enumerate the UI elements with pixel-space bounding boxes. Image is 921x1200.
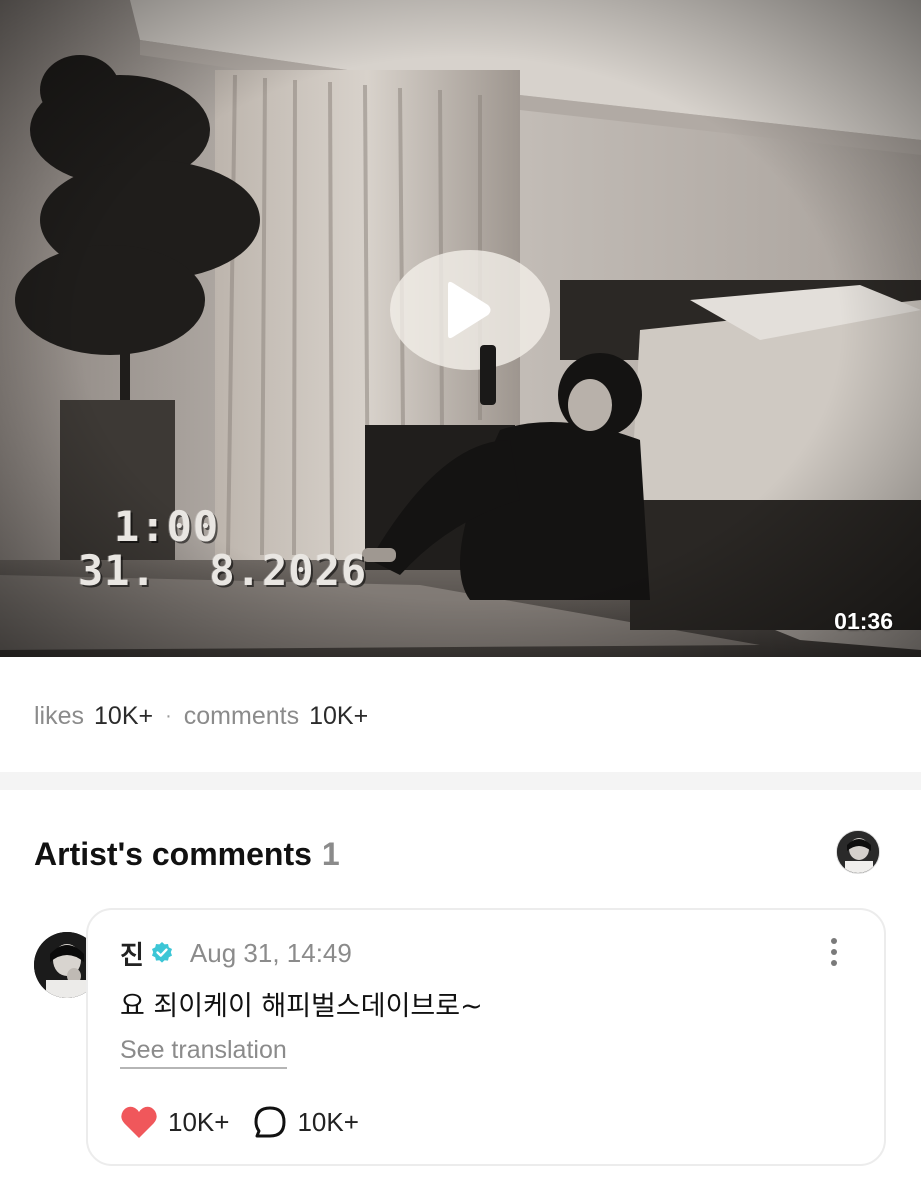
avatar-image: [837, 831, 879, 873]
camcorder-timestamp: 1:00 31. 8.2026: [78, 505, 367, 593]
comment-bubble-icon: [254, 1106, 286, 1138]
artist-comments-heading: Artist's comments 1: [34, 833, 340, 875]
play-icon: [448, 281, 491, 339]
comment-header: 진 Aug 31, 14:49: [120, 936, 352, 970]
likes-label: likes: [34, 701, 85, 730]
likes-count: 10K+: [94, 701, 154, 730]
post-stats: likes 10K+ · comments 10K+: [34, 699, 368, 733]
see-translation-link[interactable]: See translation: [120, 1036, 287, 1069]
heart-icon: [121, 1106, 157, 1138]
comment-author-name[interactable]: 진: [120, 935, 144, 972]
more-dot: [831, 960, 837, 966]
artist-avatar-small[interactable]: [836, 830, 880, 874]
more-options-button[interactable]: [822, 934, 846, 970]
comment-timestamp: Aug 31, 14:49: [189, 937, 352, 968]
comments-count: 10K+: [309, 701, 369, 730]
video-duration: 01:36: [834, 608, 893, 634]
reply-count: 10K+: [297, 1106, 359, 1137]
stamp-date: 31. 8.2026: [78, 546, 368, 595]
section-divider: [0, 772, 921, 790]
like-count: 10K+: [168, 1106, 230, 1137]
stamp-time: 1:00: [114, 502, 220, 551]
stats-separator: ·: [165, 704, 172, 727]
more-dot: [831, 938, 837, 944]
artist-comments-count: 1: [321, 835, 340, 872]
play-button[interactable]: [426, 270, 506, 350]
like-button[interactable]: 10K+: [120, 1105, 229, 1139]
reply-button[interactable]: 10K+: [253, 1105, 359, 1139]
more-dot: [831, 949, 837, 955]
artist-comments-title: Artist's comments: [34, 835, 312, 872]
comment-actions: 10K+ 10K+: [120, 1102, 359, 1142]
video-player[interactable]: 1:00 31. 8.2026 01:36: [0, 0, 921, 657]
verified-badge-icon: [151, 942, 172, 963]
comments-label: comments: [183, 701, 300, 730]
comment-text: 요 죄이케이 해피벌스데이브로~: [120, 991, 483, 1022]
artist-comment-card: 진 Aug 31, 14:49 요 죄이케이 해피벌스데이브로~ See tra…: [86, 908, 886, 1166]
